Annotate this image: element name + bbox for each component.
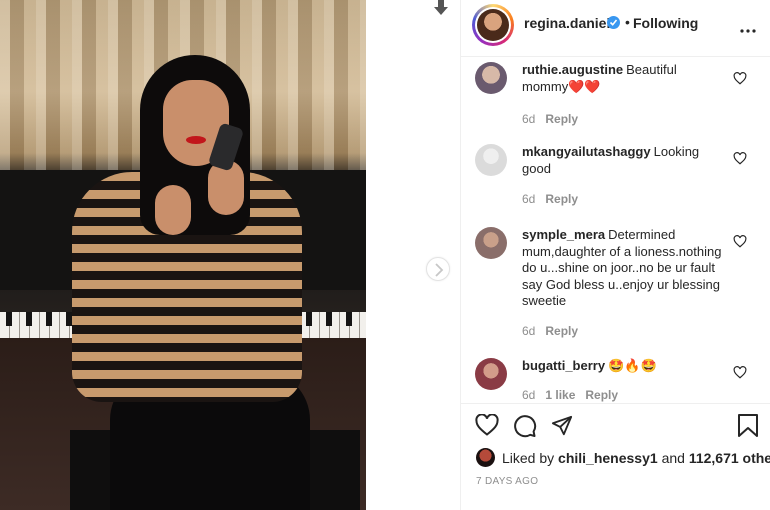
comment-item: ruthie.augustine Beautiful mommy❤️❤️ 6d Re… (461, 62, 770, 142)
reply-button[interactable]: Reply (545, 192, 578, 206)
comment-item: bugatti_berry 🤩🔥🤩 6d 1 like Reply (461, 358, 770, 403)
comment-time[interactable]: 6d (522, 192, 535, 206)
comment-time[interactable]: 6d (522, 112, 535, 126)
comment-text: 🤩🔥🤩 (608, 358, 657, 373)
comment-icon[interactable] (513, 414, 537, 438)
commenter-username[interactable]: symple_mera (522, 227, 605, 242)
comment-heart-icon[interactable] (733, 72, 747, 85)
comments-list[interactable]: ruthie.augustine Beautiful mommy❤️❤️ 6d Re… (461, 58, 770, 403)
liker-username[interactable]: chili_henessy1 (558, 450, 658, 466)
photo-lips (186, 136, 206, 144)
comment-heart-icon[interactable] (733, 235, 747, 248)
comment-body: symple_mera Determined mum,daughter of a … (522, 227, 722, 310)
comment-item: symple_mera Determined mum,daughter of a … (461, 227, 770, 347)
more-options-icon[interactable] (739, 21, 757, 33)
likes-prefix: Liked by (502, 450, 555, 466)
heart-icon[interactable] (475, 414, 499, 436)
comment-meta: 6d 1 like Reply (522, 388, 628, 402)
comment-heart-icon[interactable] (733, 152, 747, 165)
chevron-right-icon (435, 263, 444, 277)
likes-text[interactable]: Liked by chili_henessy1 and 112,671 othe… (502, 450, 770, 466)
commenter-avatar[interactable] (475, 358, 507, 390)
commenter-avatar[interactable] (475, 144, 507, 176)
post-timestamp[interactable]: 7 DAYS AGO (476, 476, 538, 487)
comment-meta: 6d Reply (522, 112, 588, 126)
comment-meta: 6d Reply (522, 192, 588, 206)
post-side-panel: regina.daniels • Following ruthie.august… (460, 0, 770, 510)
author-avatar[interactable] (472, 4, 514, 46)
photo-hand (155, 185, 191, 235)
comment-meta: 6d Reply (522, 324, 588, 338)
author-username[interactable]: regina.daniels (524, 15, 618, 31)
share-icon[interactable] (551, 415, 573, 437)
next-photo-button[interactable] (426, 257, 450, 281)
commenter-username[interactable]: mkangyailutashaggy (522, 144, 651, 159)
comment-body: ruthie.augustine Beautiful mommy❤️❤️ (522, 62, 722, 95)
comment-body: bugatti_berry 🤩🔥🤩 (522, 358, 722, 375)
commenter-username[interactable]: ruthie.augustine (522, 62, 623, 77)
bookmark-icon[interactable] (737, 414, 759, 438)
comment-body: mkangyailutashaggy Looking good (522, 144, 722, 177)
reply-button[interactable]: Reply (545, 112, 578, 126)
post-photo[interactable] (0, 0, 366, 510)
reply-button[interactable]: Reply (545, 324, 578, 338)
likes-others-count[interactable]: 112,671 others (689, 450, 770, 466)
comment-time[interactable]: 6d (522, 388, 535, 402)
commenter-username[interactable]: bugatti_berry (522, 358, 605, 373)
reply-button[interactable]: Reply (585, 388, 618, 402)
download-arrow-icon[interactable] (433, 0, 449, 16)
comment-item: mkangyailutashaggy Looking good 6d Reply (461, 144, 770, 224)
post-header: regina.daniels • Following (461, 0, 770, 57)
verified-badge-icon (607, 16, 620, 29)
comment-heart-icon[interactable] (733, 366, 747, 379)
comment-like-count[interactable]: 1 like (545, 388, 575, 402)
post-actions: Liked by chili_henessy1 and 112,671 othe… (461, 403, 770, 510)
commenter-avatar[interactable] (475, 227, 507, 259)
likes-summary: Liked by chili_henessy1 and 112,671 othe… (476, 448, 770, 468)
comment-time[interactable]: 6d (522, 324, 535, 338)
header-separator: • (625, 14, 630, 30)
likes-and: and (661, 450, 685, 466)
following-button[interactable]: Following (633, 15, 698, 31)
liker-avatar[interactable] (476, 448, 495, 467)
commenter-avatar[interactable] (475, 62, 507, 94)
